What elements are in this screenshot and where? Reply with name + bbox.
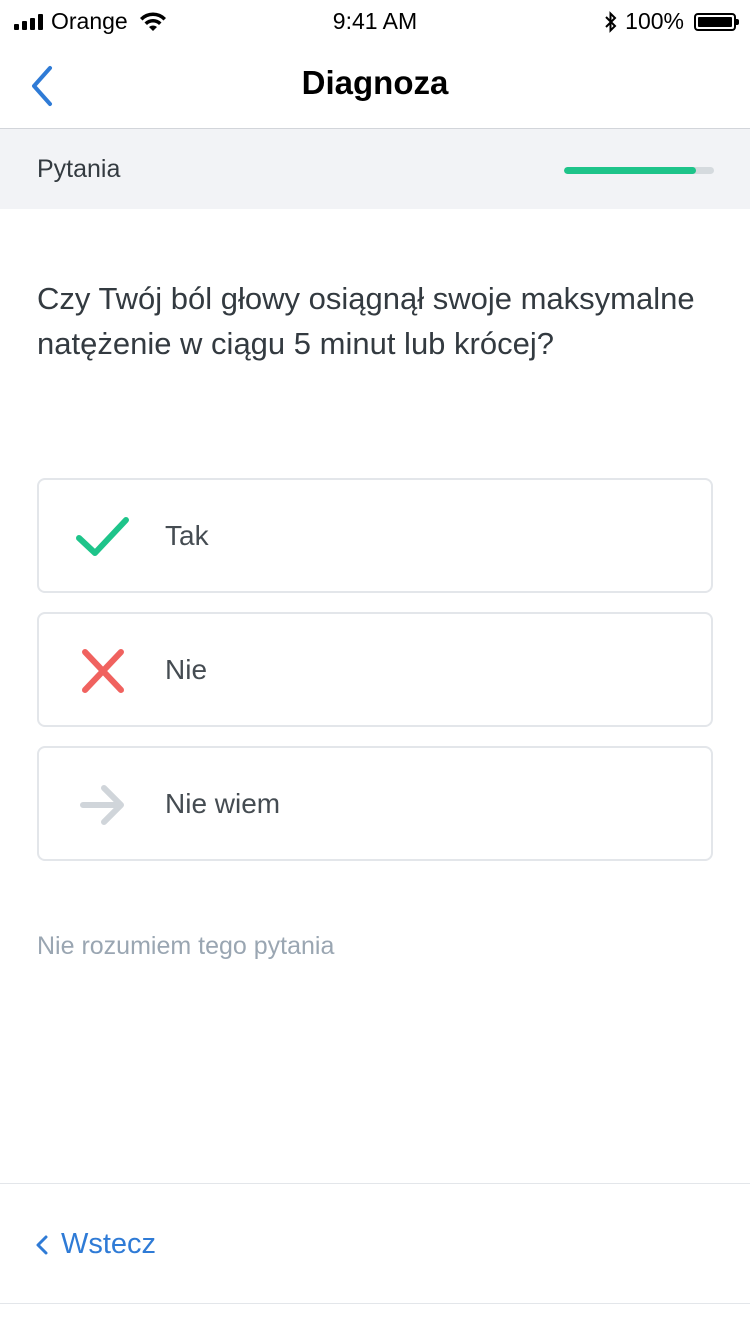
- answer-dont-know-button[interactable]: Nie wiem: [37, 746, 713, 861]
- back-button[interactable]: Wstecz: [35, 1228, 156, 1261]
- progress-label: Pytania: [37, 155, 121, 183]
- page-title: Diagnoza: [301, 64, 449, 101]
- progress-bar-fill: [564, 167, 696, 174]
- bluetooth-icon: [605, 10, 617, 33]
- answer-label: Nie: [165, 654, 208, 685]
- chevron-left-icon: [36, 1235, 48, 1254]
- nav-bar: Diagnoza: [0, 40, 750, 129]
- dont-understand-link[interactable]: Nie rozumiem tego pytania: [37, 932, 334, 961]
- answer-label: Tak: [165, 520, 209, 551]
- footer: Wstecz: [0, 1183, 750, 1304]
- answer-yes-button[interactable]: Tak: [37, 478, 713, 593]
- battery-percent: 100%: [625, 8, 684, 34]
- cross-icon: [82, 649, 124, 693]
- status-right: 100%: [603, 8, 739, 35]
- checkmark-icon: [76, 517, 129, 556]
- progress-bar: [564, 167, 714, 174]
- arrow-right-icon: [80, 785, 124, 825]
- answer-no-button[interactable]: Nie: [37, 612, 713, 727]
- battery-icon: [694, 12, 739, 31]
- question-text: Czy Twój ból głowy osiągnął swoje maksym…: [37, 281, 695, 361]
- answer-label: Nie wiem: [165, 788, 281, 819]
- back-button-label: Wstecz: [61, 1228, 157, 1260]
- status-bar: Orange 9:41 AM 100%: [0, 0, 750, 40]
